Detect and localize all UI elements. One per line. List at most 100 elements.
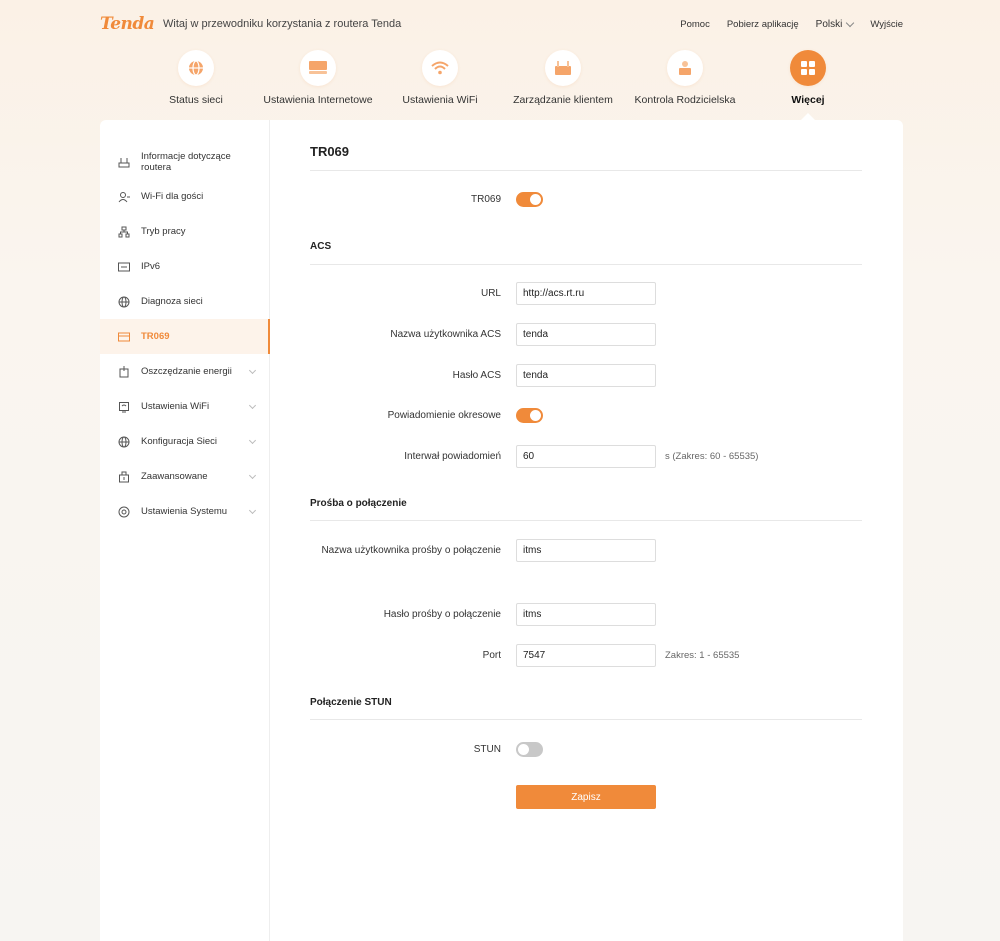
sidebar-item-label: Zaawansowane [141,471,208,482]
sidebar-item-label: Wi-Fi dla gości [141,191,204,202]
interval-hint: s (Zakres: 60 - 65535) [665,451,759,462]
client-icon [545,50,581,86]
chevron-down-icon [248,401,257,410]
sidebar-item-system[interactable]: Ustawienia Systemu [100,494,270,529]
advanced-icon [118,471,130,483]
stun-toggle[interactable] [516,742,543,757]
nav-item-status[interactable]: Status sieci [131,50,261,106]
sidebar-item-label: IPv6 [141,261,161,272]
nav-label: Zarządzanie klientem [513,94,613,106]
periodic-notify-label: Powiadomienie okresowe [387,410,501,421]
nav-label: Więcej [791,94,825,106]
cr-username-input[interactable] [516,539,656,562]
nav-label: Ustawienia WiFi [402,94,478,106]
sidebar-item-diagnosis[interactable]: Diagnoza sieci [100,284,270,319]
acs-password-label: Hasło ACS [452,370,501,381]
nav-item-clients[interactable]: Zarządzanie klientem [498,50,628,106]
sidebar-item-work-mode[interactable]: Tryb pracy [100,214,270,249]
help-link[interactable]: Pomoc [680,19,710,30]
nav-label: Kontrola Rodzicielska [634,94,736,106]
globe-icon [118,436,130,448]
divider [310,520,862,521]
content-panel: Informacje dotyczące routera Wi-Fi dla g… [100,120,903,941]
port-input[interactable] [516,644,656,667]
nav-active-pointer [801,113,815,120]
sidebar-item-network-config[interactable]: Konfiguracja Sieci [100,424,270,459]
chevron-down-icon [248,506,257,515]
chevron-down-icon [248,436,257,445]
port-label: Port [482,650,501,661]
logout-link[interactable]: Wyjście [870,19,903,30]
tr069-toggle[interactable] [516,192,543,207]
section-title-stun: Połączenie STUN [310,697,392,708]
nav-item-parental[interactable]: Kontrola Rodzicielska [620,50,750,106]
cr-username-label: Nazwa użytkownika prośby o połączenie [321,545,501,556]
welcome-text: Witaj w przewodniku korzystania z router… [163,18,402,30]
sidebar-item-label: Konfiguracja Sieci [141,436,218,447]
sidebar-item-label: TR069 [141,331,170,342]
router-icon [118,156,130,168]
sidebar-item-label: Oszczędzanie energii [141,366,232,377]
guest-icon [118,191,130,203]
tr069-label: TR069 [470,194,501,205]
sidebar-item-label: Informacje dotyczące routera [141,151,231,173]
cr-password-label: Hasło prośby o połączenie [383,609,501,620]
nav-item-wifi[interactable]: Ustawienia WiFi [375,50,505,106]
chevron-down-icon [248,471,257,480]
parental-icon [667,50,703,86]
sidebar-item-router-info[interactable]: Informacje dotyczące routera [100,144,270,180]
chevron-down-icon [846,18,855,28]
sidebar-item-wifi-settings[interactable]: Ustawienia WiFi [100,389,270,424]
language-select[interactable]: Polski [815,18,855,30]
divider [310,264,862,265]
globe-icon [118,296,130,308]
grid-icon [790,50,826,86]
nav-item-internet[interactable]: Ustawienia Internetowe [253,50,383,106]
sidebar-item-energy[interactable]: Oszczędzanie energii [100,354,270,389]
sidebar: Informacje dotyczące routera Wi-Fi dla g… [100,120,270,941]
divider [310,719,862,720]
nav-label: Status sieci [169,94,223,106]
wifi-settings-icon [118,401,130,413]
globe-icon [178,50,214,86]
tr069-icon [118,331,130,343]
sidebar-item-label: Tryb pracy [141,226,186,237]
energy-icon [118,365,130,378]
section-title-connection-request: Prośba o połączenie [310,498,407,509]
acs-password-input[interactable] [516,364,656,387]
nav-item-more[interactable]: Więcej [743,50,873,106]
internet-icon [300,50,336,86]
section-title-acs: ACS [310,241,332,252]
divider [310,170,862,171]
mode-icon [118,226,130,238]
system-icon [118,506,130,518]
url-input[interactable] [516,282,656,305]
sidebar-item-advanced[interactable]: Zaawansowane [100,459,270,494]
periodic-notify-toggle[interactable] [516,408,543,423]
toggle-knob [518,744,529,755]
acs-username-input[interactable] [516,323,656,346]
interval-input[interactable] [516,445,656,468]
download-app-link[interactable]: Pobierz aplikację [727,19,799,30]
save-button[interactable]: Zapisz [516,785,656,809]
cr-password-input[interactable] [516,603,656,626]
sidebar-item-guest-wifi[interactable]: Wi-Fi dla gości [100,179,270,214]
language-label: Polski [815,19,843,30]
url-label: URL [480,288,501,299]
sidebar-item-label: Diagnoza sieci [141,296,203,307]
sidebar-item-label: Ustawienia WiFi [141,401,210,412]
toggle-knob [530,194,541,205]
sidebar-item-tr069[interactable]: TR069 [100,319,270,354]
nav-label: Ustawienia Internetowe [263,94,373,106]
sidebar-item-label: Ustawienia Systemu [141,506,228,517]
wifi-icon [422,50,458,86]
page-title: TR069 [310,144,350,159]
chevron-down-icon [248,366,257,375]
top-links: Pomoc Pobierz aplikację Polski Wyjście [680,18,903,30]
tenda-logo[interactable]: Tenda [100,14,155,34]
top-bar: Tenda Witaj w przewodniku korzystania z … [0,0,1000,50]
toggle-knob [530,410,541,421]
acs-username-label: Nazwa użytkownika ACS [390,329,501,340]
sidebar-item-ipv6[interactable]: IPv6 [100,249,270,284]
interval-label: Interwał powiadomień [404,451,501,462]
